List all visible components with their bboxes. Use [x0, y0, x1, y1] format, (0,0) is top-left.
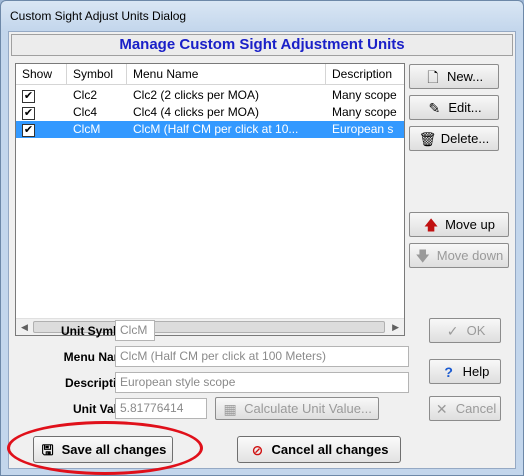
- delete-button[interactable]: 🗑 Delete...: [409, 126, 499, 151]
- dialog-window: Custom Sight Adjust Units Dialog Manage …: [0, 0, 524, 476]
- row-menu-name: Clc4 (4 clicks per MOA): [133, 105, 260, 119]
- column-menu-name[interactable]: Menu Name: [127, 64, 326, 84]
- cancel-all-label: Cancel all changes: [271, 442, 389, 457]
- calculate-label: Calculate Unit Value...: [244, 401, 372, 416]
- row-menu-name: Clc2 (2 clicks per MOA): [133, 88, 260, 102]
- save-all-label: Save all changes: [61, 442, 167, 457]
- move-down-button[interactable]: 🡇 Move down: [409, 243, 509, 268]
- edit-button[interactable]: ✎ Edit...: [409, 95, 499, 120]
- question-mark-icon: ?: [444, 363, 453, 380]
- units-list[interactable]: Show Symbol Menu Name Description ✔ Clc2…: [15, 63, 405, 336]
- ok-label: OK: [466, 323, 486, 338]
- ok-button[interactable]: ✓ OK: [429, 318, 501, 343]
- new-document-icon: 🗋: [427, 68, 439, 85]
- scroll-left-icon[interactable]: ◀: [21, 322, 28, 333]
- row-symbol: Clc4: [73, 105, 98, 119]
- show-checkbox[interactable]: ✔: [22, 124, 35, 137]
- new-button[interactable]: 🗋 New...: [409, 64, 499, 89]
- show-checkbox[interactable]: ✔: [22, 107, 35, 120]
- calculate-unit-value-button[interactable]: ▦ Calculate Unit Value...: [215, 397, 379, 420]
- calculator-icon: ▦: [223, 400, 237, 417]
- row-description: European s: [332, 122, 394, 136]
- list-row-selected[interactable]: ✔ ClcM ClcM (Half CM per click at 10... …: [16, 121, 404, 138]
- show-checkbox[interactable]: ✔: [22, 90, 35, 103]
- column-symbol[interactable]: Symbol: [67, 64, 127, 84]
- move-up-label: Move up: [445, 217, 495, 232]
- dialog-heading: Manage Custom Sight Adjustment Units: [11, 34, 513, 56]
- row-symbol: ClcM: [73, 122, 101, 136]
- window-title: Custom Sight Adjust Units Dialog: [10, 9, 187, 23]
- row-description: Many scope: [332, 105, 397, 119]
- arrow-down-icon: 🡇: [415, 247, 430, 264]
- new-button-label: New...: [446, 69, 484, 84]
- list-header: Show Symbol Menu Name Description: [16, 64, 404, 85]
- save-document-icon: 🖫: [41, 441, 54, 458]
- row-menu-name: ClcM (Half CM per click at 10...: [133, 122, 299, 136]
- save-all-changes-button[interactable]: 🖫 Save all changes: [33, 436, 173, 463]
- menu-name-field[interactable]: ClcM (Half CM per click at 100 Meters): [115, 346, 409, 367]
- row-description: Many scope: [332, 88, 397, 102]
- cancel-button[interactable]: ✕ Cancel: [429, 396, 501, 421]
- close-icon: ✕: [435, 400, 448, 417]
- checkmark-icon: ✓: [446, 322, 459, 339]
- help-label: Help: [462, 364, 490, 379]
- help-button[interactable]: ? Help: [429, 359, 501, 384]
- no-entry-icon: ⊘: [251, 441, 264, 458]
- move-down-label: Move down: [436, 248, 504, 263]
- cancel-all-changes-button[interactable]: ⊘ Cancel all changes: [237, 436, 401, 463]
- unit-symbol-field[interactable]: ClcM: [115, 320, 155, 341]
- edit-document-icon: ✎: [428, 99, 441, 116]
- cancel-label: Cancel: [455, 401, 497, 416]
- trash-icon: 🗑: [418, 130, 437, 147]
- column-show[interactable]: Show: [16, 64, 67, 84]
- dialog-client: Manage Custom Sight Adjustment Units Sho…: [8, 31, 516, 469]
- scroll-right-icon[interactable]: ▶: [392, 322, 399, 333]
- edit-button-label: Edit...: [448, 100, 482, 115]
- unit-value-field[interactable]: 5.81776414: [115, 398, 207, 419]
- description-field[interactable]: European style scope: [115, 372, 409, 393]
- column-description[interactable]: Description: [326, 64, 404, 84]
- arrow-up-icon: 🡅: [423, 216, 439, 233]
- move-up-button[interactable]: 🡅 Move up: [409, 212, 509, 237]
- list-row[interactable]: ✔ Clc2 Clc2 (2 clicks per MOA) Many scop…: [16, 87, 404, 104]
- list-row[interactable]: ✔ Clc4 Clc4 (4 clicks per MOA) Many scop…: [16, 104, 404, 121]
- delete-button-label: Delete...: [440, 131, 490, 146]
- row-symbol: Clc2: [73, 88, 98, 102]
